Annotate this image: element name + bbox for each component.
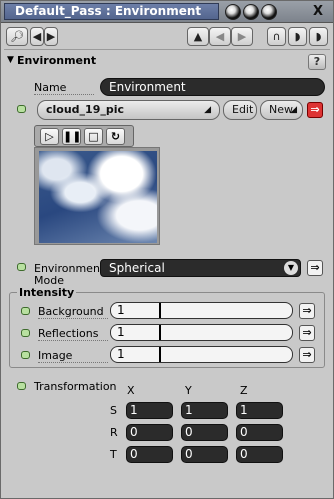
playback-controls: ▷ ❚❚ □ ↻ [34, 125, 134, 147]
window-title: Default_Pass : Environment [4, 3, 219, 20]
translate-x-field[interactable]: 0 [126, 446, 173, 463]
slider-handle[interactable] [159, 347, 161, 362]
background-slider[interactable]: 1 [110, 302, 293, 319]
translate-y-field[interactable]: 0 [181, 446, 228, 463]
environment-mode-select[interactable]: Spherical ▼ [100, 259, 301, 277]
bucket-icon[interactable]: ◗ [288, 27, 307, 46]
animate-dot[interactable] [17, 263, 26, 271]
link-icon[interactable]: ⇒ [299, 347, 315, 363]
rotate-row-label: R [110, 426, 118, 439]
translate-z-field[interactable]: 0 [236, 446, 283, 463]
chevron-down-icon: ◢ [290, 105, 297, 115]
pause-icon[interactable]: ❚❚ [62, 128, 81, 145]
clip-link-icon[interactable]: ⇒ [307, 102, 323, 118]
magnet-icon[interactable]: ∩ [267, 27, 286, 46]
axis-z-label: Z [240, 384, 248, 397]
translate-row-label: T [110, 448, 117, 461]
help-button[interactable]: ? [308, 54, 326, 70]
transformation-label: Transformation [34, 380, 117, 393]
background-value: 1 [117, 303, 125, 317]
rotate-y-field[interactable]: 0 [181, 424, 228, 441]
rotate-x-field[interactable]: 0 [126, 424, 173, 441]
chevron-down-icon: ▼ [284, 261, 298, 275]
new-button[interactable]: New ◢ [260, 100, 303, 120]
animate-dot[interactable] [21, 329, 30, 337]
reflections-value: 1 [117, 325, 125, 339]
lock-icon[interactable] [261, 4, 277, 20]
edit-button[interactable]: Edit [223, 100, 257, 120]
image-slider[interactable]: 1 [110, 346, 293, 363]
home-icon[interactable]: ▲ [187, 27, 209, 46]
reflections-label: Reflections [38, 327, 108, 341]
slider-handle[interactable] [159, 303, 161, 318]
link-icon[interactable]: ⇒ [299, 303, 315, 319]
section-title: Environment [17, 54, 97, 67]
image-label: Image [38, 349, 108, 363]
image-preview [34, 147, 160, 245]
rotate-z-field[interactable]: 0 [236, 424, 283, 441]
loop-icon[interactable]: ↻ [106, 128, 125, 145]
name-input[interactable]: Environment [100, 78, 325, 96]
scale-z-field[interactable]: 1 [236, 402, 283, 419]
environment-mode-value: Spherical [109, 261, 165, 275]
image-clip-value: cloud_19_pic [46, 103, 125, 116]
background-label: Background [38, 305, 108, 319]
close-button[interactable]: X [309, 3, 327, 20]
name-label: Name [34, 81, 95, 95]
slider-handle[interactable] [159, 325, 161, 340]
section-header[interactable]: ▼ Environment ? [1, 53, 333, 71]
collapse-arrow-icon[interactable]: ▼ [7, 55, 14, 65]
scale-y-field[interactable]: 1 [181, 402, 228, 419]
forward-arrow-icon[interactable]: ▶ [44, 27, 58, 46]
reflections-slider[interactable]: 1 [110, 324, 293, 341]
divider [4, 49, 330, 50]
intensity-title: Intensity [17, 286, 77, 299]
axis-x-label: X [127, 384, 135, 397]
chevron-down-icon: ◢ [204, 105, 211, 115]
animate-dot[interactable] [17, 382, 26, 390]
scale-x-field[interactable]: 1 [126, 402, 173, 419]
link-icon[interactable]: ⇒ [299, 325, 315, 341]
image-value: 1 [117, 347, 125, 361]
image-clip-dropdown[interactable]: cloud_19_pic ◢ [37, 100, 220, 120]
scale-row-label: S [110, 404, 117, 417]
link-icon[interactable]: ⇒ [307, 260, 323, 276]
eye-icon[interactable] [225, 4, 241, 20]
next-page-icon[interactable]: ▶ [231, 27, 253, 46]
bucket-alt-icon[interactable]: ◗ [309, 27, 328, 46]
play-icon[interactable]: ▷ [40, 128, 59, 145]
animate-dot[interactable] [17, 105, 26, 113]
toolbar: 🔎︎ ◀ ▶ ▲ ◀ ▶ ∩ ◗ ◗ [1, 23, 333, 49]
back-arrow-icon[interactable]: ◀ [30, 27, 44, 46]
property-window: Default_Pass : Environment X 🔎︎ ◀ ▶ ▲ ◀ … [0, 0, 334, 499]
prev-page-icon[interactable]: ◀ [209, 27, 231, 46]
title-bar[interactable]: Default_Pass : Environment X [1, 1, 333, 23]
axis-y-label: Y [185, 384, 192, 397]
render-icon[interactable] [243, 4, 259, 20]
animate-dot[interactable] [21, 351, 30, 359]
cloud-thumbnail [39, 151, 157, 243]
animate-dot[interactable] [21, 307, 30, 315]
stop-icon[interactable]: □ [84, 128, 103, 145]
search-icon[interactable]: 🔎︎ [6, 27, 28, 46]
